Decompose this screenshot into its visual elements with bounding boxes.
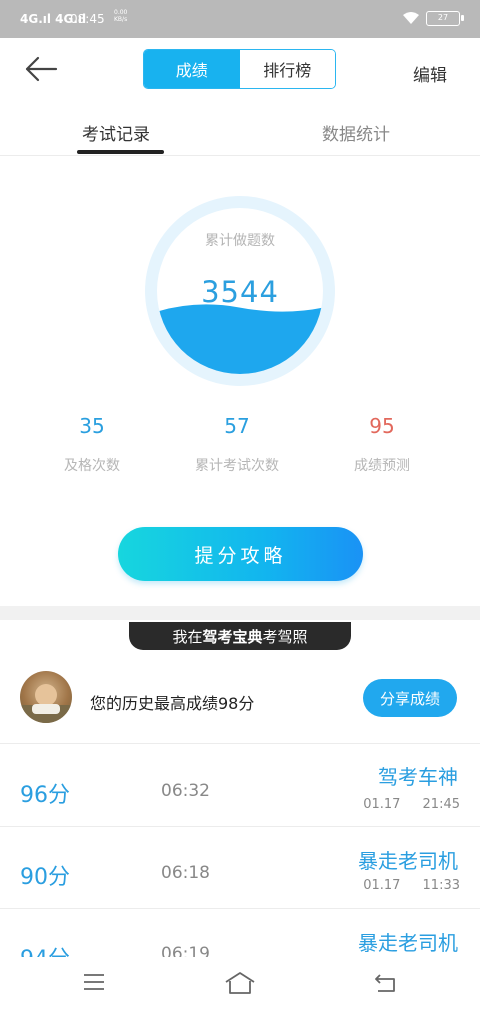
row-divider xyxy=(0,826,480,827)
battery-icon: 27 xyxy=(426,11,460,26)
menu-icon[interactable] xyxy=(83,973,105,991)
back-arrow-icon[interactable] xyxy=(24,56,58,82)
record-duration: 06:32 xyxy=(161,781,210,801)
record-title: 暴走老司机 xyxy=(358,849,458,873)
avatar[interactable] xyxy=(20,671,72,723)
signal-1-label: 4G xyxy=(20,12,39,26)
record-title: 暴走老司机 xyxy=(358,931,458,955)
tab-divider xyxy=(0,155,480,156)
net-speed-unit: KB/s xyxy=(114,16,128,23)
stat-exam-count-value: 57 xyxy=(224,414,250,438)
tab-exam-records[interactable]: 考试记录 xyxy=(82,120,150,145)
back-nav-icon[interactable] xyxy=(374,973,398,993)
stat-exam-count: 57 累计考试次数 xyxy=(157,414,317,475)
net-speed-value: 0.00 xyxy=(114,9,128,16)
record-title: 驾考车神 xyxy=(378,765,458,789)
battery-level: 27 xyxy=(437,13,449,22)
stat-score-prediction-label: 成绩预测 xyxy=(354,458,410,474)
share-score-button[interactable]: 分享成绩 xyxy=(363,679,457,717)
section-divider xyxy=(0,606,480,620)
stat-exam-count-label: 累计考试次数 xyxy=(195,458,279,474)
record-duration: 06:18 xyxy=(161,863,210,883)
brand-banner: 我在 驾考宝典 考驾照 xyxy=(129,622,351,650)
total-questions-value: 3544 xyxy=(201,275,279,309)
status-bar: 4G.ıl 4G.ıl 08:45 0.00 KB/s 27 xyxy=(0,0,480,38)
net-speed: 0.00 KB/s xyxy=(114,9,127,23)
record-date: 01.17 11:33 xyxy=(363,878,460,893)
stat-pass-count-value: 35 xyxy=(79,414,105,438)
status-time: 08:45 xyxy=(70,12,105,26)
home-icon[interactable] xyxy=(224,971,256,995)
system-nav-bar xyxy=(0,957,480,1013)
stat-pass-count: 35 及格次数 xyxy=(12,414,172,475)
stat-pass-count-label: 及格次数 xyxy=(64,458,120,474)
avatar-image xyxy=(20,684,72,723)
record-score: 90分 xyxy=(20,865,70,890)
stat-score-prediction: 95 成绩预测 xyxy=(302,414,462,475)
battery-tip xyxy=(461,15,464,21)
row-divider xyxy=(0,908,480,909)
banner-brand: 驾考宝典 xyxy=(202,627,263,646)
record-score: 96分 xyxy=(20,783,70,808)
total-questions-label: 累计做题数 xyxy=(205,233,275,249)
segment-score[interactable]: 成绩 xyxy=(144,50,240,88)
row-divider xyxy=(0,743,480,744)
wifi-icon xyxy=(403,12,419,24)
best-score-text: 您的历史最高成绩98分 xyxy=(90,694,255,713)
segment-ranking[interactable]: 排行榜 xyxy=(239,50,335,88)
stat-score-prediction-value: 95 xyxy=(369,414,395,438)
tab-data-stats[interactable]: 数据统计 xyxy=(322,120,390,145)
tab-active-indicator xyxy=(77,150,164,154)
score-tips-button[interactable]: 提分攻略 xyxy=(118,527,363,581)
record-date: 01.17 21:45 xyxy=(363,797,460,812)
edit-button[interactable]: 编辑 xyxy=(413,61,447,86)
banner-suffix: 考驾照 xyxy=(262,627,308,646)
banner-prefix: 我在 xyxy=(172,627,203,646)
segment-control: 成绩 排行榜 xyxy=(143,49,336,89)
